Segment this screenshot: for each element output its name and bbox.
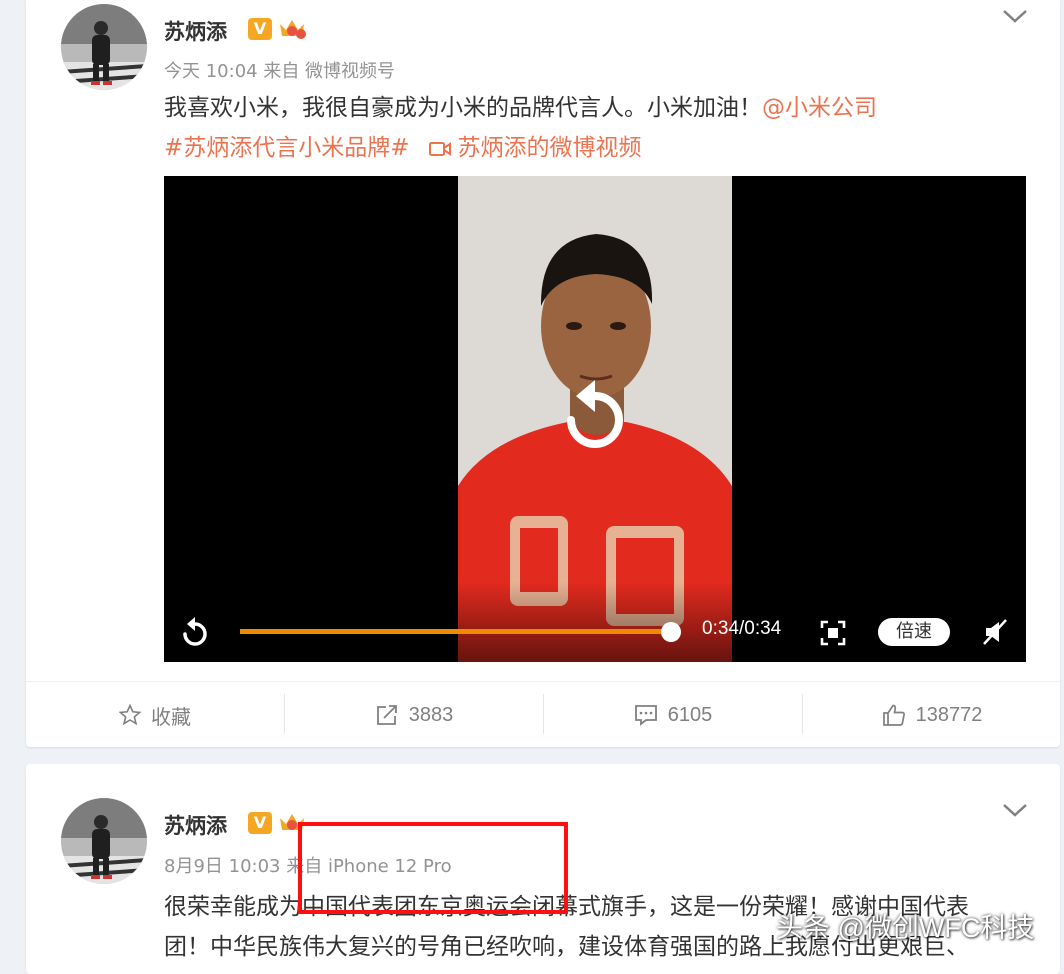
video-player[interactable]: 中国 0:34/0:34 倍速 (164, 176, 1026, 662)
replay-large-icon[interactable] (560, 378, 630, 456)
verified-badge-icon: V (248, 812, 272, 834)
vip-crown-icon (280, 20, 306, 39)
post-tags: #苏炳添代言小米品牌# 苏炳添的微博视频 (164, 129, 642, 167)
watermark: 头条 @微创WFC科技 (776, 913, 1035, 943)
author-name[interactable]: 苏炳添 (164, 16, 227, 46)
video-controls: 0:34/0:34 倍速 (164, 582, 1026, 662)
verified-badge-icon: V (248, 18, 272, 40)
favorite-button[interactable]: 收藏 (26, 682, 284, 748)
replay-icon[interactable] (180, 616, 210, 648)
post-body: 我喜欢小米，我很自豪成为小米的品牌代言人。小米加油！ (164, 95, 762, 121)
avatar[interactable] (61, 798, 147, 884)
thumbs-up-icon (882, 704, 905, 726)
weibo-post-card: 苏炳添 V 今天 10:04 来自 微博视频号 我喜欢小米，我很自豪成为小米的品… (26, 0, 1060, 747)
mention-link[interactable]: @小米公司 (762, 95, 877, 121)
repost-button[interactable]: 3883 (285, 682, 543, 748)
chevron-down-icon[interactable] (1002, 8, 1028, 24)
fullscreen-icon[interactable] (820, 620, 846, 646)
favorite-label: 收藏 (151, 706, 191, 729)
speed-button[interactable]: 倍速 (878, 618, 950, 646)
like-button[interactable]: 138772 (803, 682, 1061, 748)
post-text: 我喜欢小米，我很自豪成为小米的品牌代言人。小米加油！@小米公司 (164, 89, 877, 127)
progress-handle[interactable] (661, 622, 681, 642)
video-link[interactable]: 苏炳添的微博视频 (458, 135, 642, 161)
hashtag-link[interactable]: #苏炳添代言小米品牌# (164, 135, 410, 161)
repost-count: 3883 (408, 703, 454, 726)
chevron-down-icon[interactable] (1002, 802, 1028, 818)
avatar[interactable] (61, 4, 147, 90)
comment-button[interactable]: 6105 (544, 682, 802, 748)
highlight-box (298, 822, 568, 914)
video-time: 0:34/0:34 (702, 618, 782, 639)
comment-count: 6105 (667, 703, 713, 726)
star-icon (119, 704, 141, 726)
post-meta: 今天 10:04 来自 微博视频号 (164, 61, 396, 82)
repost-icon (376, 705, 397, 725)
action-bar: 收藏 3883 6105 138772 (26, 681, 1060, 748)
author-name[interactable]: 苏炳添 (164, 810, 227, 840)
mute-icon[interactable] (982, 618, 1008, 646)
progress-bar[interactable] (240, 629, 672, 634)
video-camera-icon (428, 141, 451, 156)
comment-icon (634, 705, 657, 726)
like-count: 138772 (915, 703, 983, 726)
